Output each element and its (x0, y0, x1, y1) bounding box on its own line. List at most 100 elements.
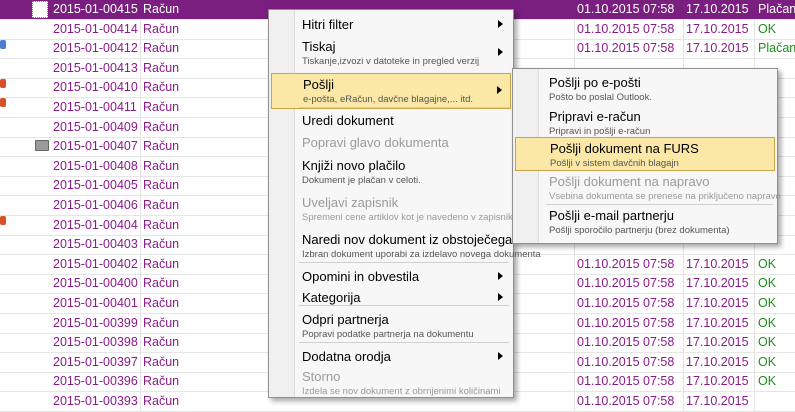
due-date-cell: 17.10.2015 (686, 394, 749, 408)
document-type-cell: Račun (143, 60, 180, 75)
issue-date-cell: 01.10.2015 07:58 (577, 276, 675, 291)
menu-item-storno[interactable]: Storno Izdela se nov dokument z obrnjenim… (271, 366, 511, 400)
submenu-item-po-lji-po-e-po-ti[interactable]: Pošlji po e-pošti Pošto bo poslal Outlook… (515, 72, 775, 104)
submenu-item-po-lji-dokument-na-napravo[interactable]: Pošlji dokument na napravo Vsebina dokume… (515, 171, 781, 203)
issue-date-cell: 01.10.2015 07:58 (577, 354, 675, 369)
document-type-cell: Račun (143, 2, 180, 16)
document-number-cell: 2015-01-00400 (53, 276, 138, 291)
menu-item-description: Izbran dokument uporabi za izdelavo nove… (302, 249, 541, 260)
menu-item-label: Pošlji (303, 77, 335, 92)
issue-date-cell: 01.10.2015 07:58 (577, 41, 675, 56)
document-type-cell: Račun (143, 335, 180, 350)
menu-item-tiskaj[interactable]: Tiskaj Tiskanje,izvozi v datoteke in preg… (271, 36, 511, 70)
document-number-cell: 2015-01-00398 (53, 335, 138, 350)
document-number-cell: 2015-01-00401 (53, 296, 138, 310)
menu-item-dodatna-orodja[interactable]: Dodatna orodja (271, 346, 511, 366)
document-number-cell: 2015-01-00393 (53, 394, 138, 408)
document-number-cell: 2015-01-00406 (53, 198, 138, 212)
menu-item-kategorija[interactable]: Kategorija (271, 287, 511, 307)
issue-date-cell: 01.10.2015 07:58 (577, 2, 675, 16)
document-number-cell: 2015-01-00408 (53, 158, 138, 173)
document-number-cell: 2015-01-00415 (53, 2, 138, 16)
menu-item-label: Uveljavi zapisnik (302, 195, 399, 210)
menu-item-knji-i-novo-pla-ilo[interactable]: Knjiži novo plačilo Dokument je plačan v … (271, 155, 511, 189)
row-selector[interactable] (32, 1, 48, 18)
document-number-cell: 2015-01-00413 (53, 60, 138, 75)
status-icon (0, 98, 6, 107)
document-number-cell: 2015-01-00407 (53, 139, 138, 154)
menu-item-naredi-nov-dokument-iz-obstoje-ega[interactable]: Naredi nov dokument iz obstoječega Izbran… (271, 229, 541, 263)
status-cell: OK (758, 315, 777, 330)
submenu-arrow-icon (498, 48, 503, 56)
status-cell: OK (758, 296, 777, 310)
status-cell: Plačan (758, 2, 795, 16)
status-icon (0, 79, 6, 88)
document-type-cell: Račun (143, 178, 180, 193)
menu-item-popravi-glavo-dokumenta[interactable]: Popravi glavo dokumenta (271, 132, 511, 152)
document-type-cell: Račun (143, 80, 180, 95)
submenu-item-description: Vsebina dokumenta se prenese na priključ… (549, 191, 781, 202)
menu-item-description: Dokument je plačan v celoti. (302, 175, 421, 186)
issue-date-cell: 01.10.2015 07:58 (577, 394, 675, 408)
menu-item-odpri-partnerja[interactable]: Odpri partnerja Popravi podatke partnerja… (271, 309, 511, 343)
status-icon (0, 216, 6, 225)
issue-date-cell: 01.10.2015 07:58 (577, 296, 675, 310)
due-date-cell: 17.10.2015 (686, 256, 749, 271)
submenu-arrow-icon (498, 20, 503, 28)
submenu-item-pripravi-e-ra-un[interactable]: Pripravi e-račun Pripravi in pošlji e-rač… (515, 106, 775, 138)
document-number-cell: 2015-01-00411 (53, 100, 137, 114)
document-number-cell: 2015-01-00405 (53, 178, 138, 193)
submenu-item-po-lji-dokument-na-furs[interactable]: Pošlji dokument na FURS Pošlji v sistem d… (515, 137, 775, 171)
document-number-cell: 2015-01-00397 (53, 354, 138, 369)
status-icon (0, 40, 6, 49)
menu-item-label: Opomini in obvestila (302, 269, 420, 284)
menu-item-po-lji[interactable]: Pošlji e-pošta, eRačun, davčne blagajne,.… (271, 73, 511, 109)
due-date-cell: 17.10.2015 (686, 2, 749, 16)
menu-separator (546, 204, 773, 205)
menu-item-description: Tiskanje,izvozi v datoteke in pregled ve… (302, 56, 480, 67)
submenu-item-label: Pošlji po e-pošti (549, 75, 641, 90)
document-type-cell: Račun (143, 119, 180, 134)
issue-date-cell: 01.10.2015 07:58 (577, 374, 675, 389)
document-number-cell: 2015-01-00412 (53, 41, 138, 56)
menu-item-opomini-in-obvestila[interactable]: Opomini in obvestila (271, 266, 511, 286)
document-type-cell: Račun (143, 217, 180, 232)
menu-item-uveljavi-zapisnik[interactable]: Uveljavi zapisnik Spremeni cene artiklov … (271, 192, 518, 226)
submenu-arrow-icon (498, 272, 503, 280)
menu-item-label: Naredi nov dokument iz obstoječega (302, 232, 513, 247)
submenu-item-label: Pošlji e-mail partnerju (549, 208, 674, 223)
document-type-cell: Račun (143, 296, 180, 310)
due-date-cell: 17.10.2015 (686, 296, 749, 310)
due-date-cell: 17.10.2015 (686, 315, 749, 330)
document-type-cell: Račun (143, 256, 180, 271)
menu-item-label: Dodatna orodja (302, 349, 391, 364)
document-type-cell: Račun (143, 139, 180, 154)
document-number-cell: 2015-01-00402 (53, 256, 138, 271)
status-cell: OK (758, 21, 777, 36)
printer-icon (35, 140, 49, 151)
submenu-item-label: Pošlji dokument na napravo (549, 174, 710, 189)
document-type-cell: Račun (143, 315, 180, 330)
menu-item-uredi-dokument[interactable]: Uredi dokument (271, 110, 511, 130)
issue-date-cell: 01.10.2015 07:58 (577, 315, 675, 330)
menu-item-hitri-filter[interactable]: Hitri filter (271, 14, 511, 34)
submenu-item-po-lji-e-mail-partnerju[interactable]: Pošlji e-mail partnerju Pošlji sporočilo … (515, 205, 775, 237)
document-number-cell: 2015-01-00399 (53, 315, 138, 330)
document-type-cell: Račun (143, 354, 180, 369)
menu-item-label: Kategorija (302, 290, 361, 305)
due-date-cell: 17.10.2015 (686, 41, 749, 56)
menu-separator (299, 342, 509, 343)
menu-item-description: Izdela se nov dokument z obrnjenimi koli… (302, 386, 501, 397)
document-number-cell: 2015-01-00414 (53, 21, 138, 36)
issue-date-cell: 01.10.2015 07:58 (577, 256, 675, 271)
status-cell: OK (758, 256, 777, 271)
submenu-item-description: Pošto bo poslal Outlook. (549, 92, 652, 103)
menu-separator (299, 107, 509, 108)
menu-item-label: Storno (302, 369, 341, 384)
document-type-cell: Račun (143, 158, 180, 173)
status-cell: OK (758, 374, 777, 389)
status-cell: OK (758, 276, 777, 291)
document-type-cell: Račun (143, 276, 180, 291)
document-number-cell: 2015-01-00409 (53, 119, 138, 134)
document-number-cell: 2015-01-00410 (53, 80, 138, 95)
